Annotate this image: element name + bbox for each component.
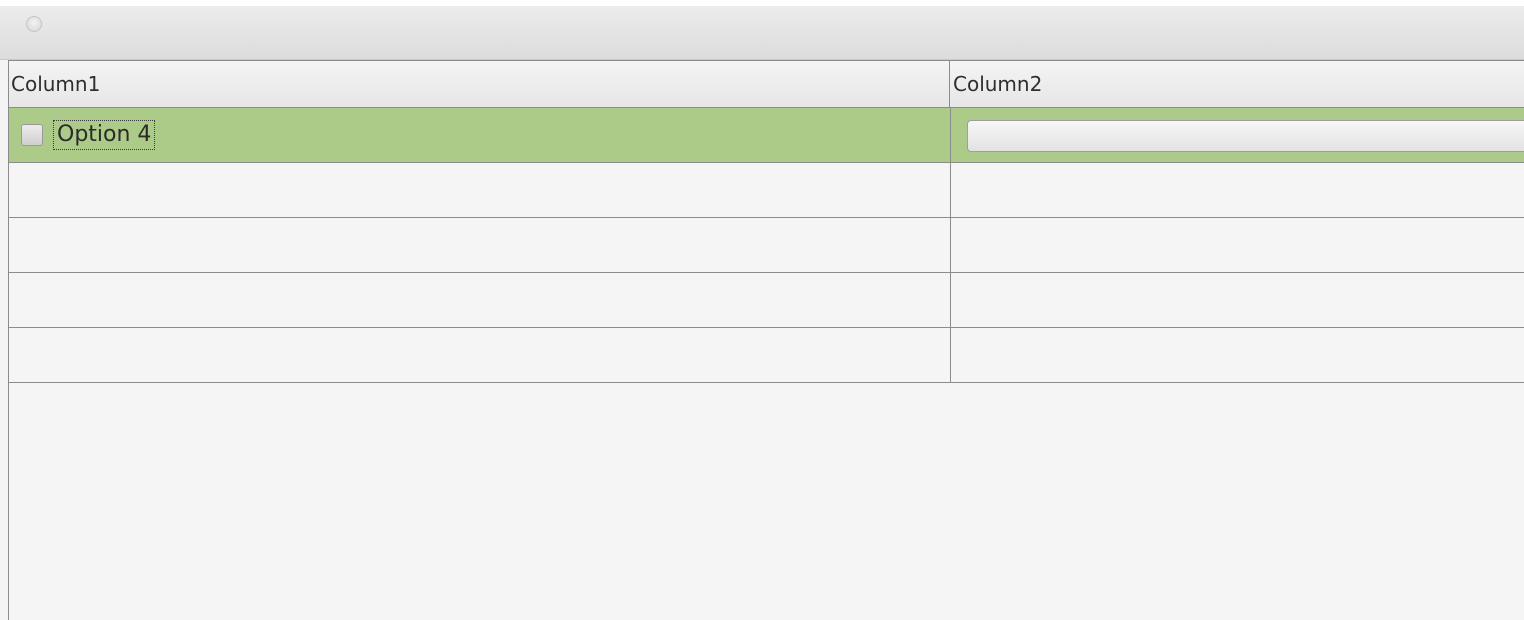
table-cell <box>951 108 1524 162</box>
table-view[interactable]: Column1 Column2 Option 4 <box>8 60 1524 620</box>
table-cell <box>9 163 951 217</box>
table-header: Column1 Column2 <box>9 61 1524 108</box>
table-row[interactable] <box>9 218 1524 273</box>
table-cell <box>9 273 951 327</box>
column-header-2[interactable]: Column2 <box>951 61 1524 107</box>
table-cell: Option 4 <box>9 108 951 162</box>
table-cell <box>9 328 951 382</box>
table-row[interactable] <box>9 163 1524 218</box>
table-cell <box>9 218 951 272</box>
column-header-1[interactable]: Column1 <box>9 61 950 107</box>
table-row[interactable]: Option 4 <box>9 108 1524 163</box>
table-cell <box>951 273 1524 327</box>
table-row[interactable] <box>9 328 1524 383</box>
option-checkbox[interactable] <box>21 124 43 146</box>
table-cell <box>951 218 1524 272</box>
window-button-icon[interactable] <box>26 16 42 32</box>
table-cell <box>951 163 1524 217</box>
option-label[interactable]: Option 4 <box>53 120 156 150</box>
window-titlebar <box>0 6 1524 60</box>
table-cell <box>951 328 1524 382</box>
cell-button[interactable] <box>967 120 1524 152</box>
app-window: Column1 Column2 Option 4 <box>0 6 1524 620</box>
table-row[interactable] <box>9 273 1524 328</box>
